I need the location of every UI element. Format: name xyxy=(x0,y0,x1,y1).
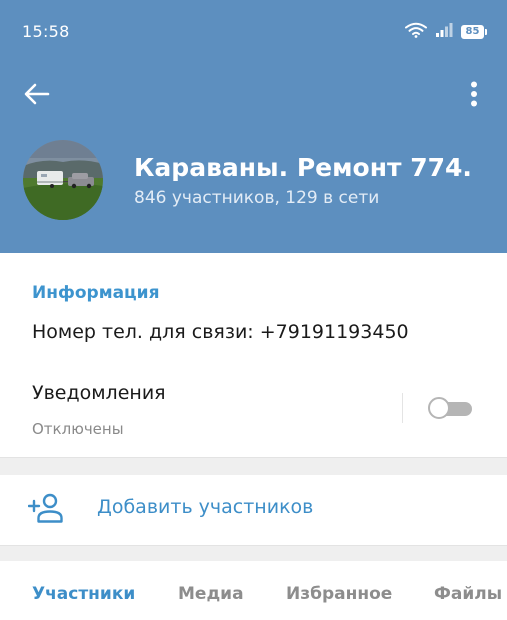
notifications-toggle[interactable] xyxy=(428,397,472,419)
section-separator xyxy=(0,545,507,561)
info-section: Информация Номер тел. для связи: +791911… xyxy=(0,253,507,457)
arrow-left-icon xyxy=(24,83,50,105)
notifications-status: Отключены xyxy=(32,420,124,438)
battery-icon: 85 xyxy=(461,25,487,39)
section-separator xyxy=(0,457,507,475)
add-members-button[interactable]: Добавить участников xyxy=(0,475,507,545)
tab-media[interactable]: Медиа xyxy=(178,584,244,604)
notifications-label[interactable]: Уведомления xyxy=(32,382,166,404)
battery-level: 85 xyxy=(461,25,484,39)
add-members-label: Добавить участников xyxy=(97,496,314,518)
status-time: 15:58 xyxy=(22,22,70,41)
members-count: 846 участников, 129 в сети xyxy=(134,188,380,208)
chat-title: Караваны. Ремонт 774. xyxy=(134,153,472,182)
section-title-info: Информация xyxy=(32,283,160,303)
chat-avatar[interactable] xyxy=(23,140,103,220)
tab-saved[interactable]: Избранное xyxy=(286,584,392,604)
chat-description[interactable]: Номер тел. для связи: +79191193450 xyxy=(32,321,409,343)
signal-icon xyxy=(435,22,453,42)
more-vertical-icon xyxy=(471,81,477,107)
tab-members[interactable]: Участники xyxy=(32,584,135,604)
toggle-knob xyxy=(428,397,450,419)
media-tabs: Участники Медиа Избранное Файлы xyxy=(0,561,507,620)
tab-files[interactable]: Файлы xyxy=(434,584,502,604)
wifi-icon xyxy=(405,22,427,42)
status-icons: 85 xyxy=(405,22,487,42)
notifications-divider xyxy=(402,393,403,423)
add-user-icon xyxy=(28,493,63,523)
more-options-button[interactable] xyxy=(460,78,488,110)
chat-profile-header: 15:58 85 Караваны. Ремонт 774. 846 участ… xyxy=(0,0,507,253)
back-button[interactable] xyxy=(22,79,52,109)
